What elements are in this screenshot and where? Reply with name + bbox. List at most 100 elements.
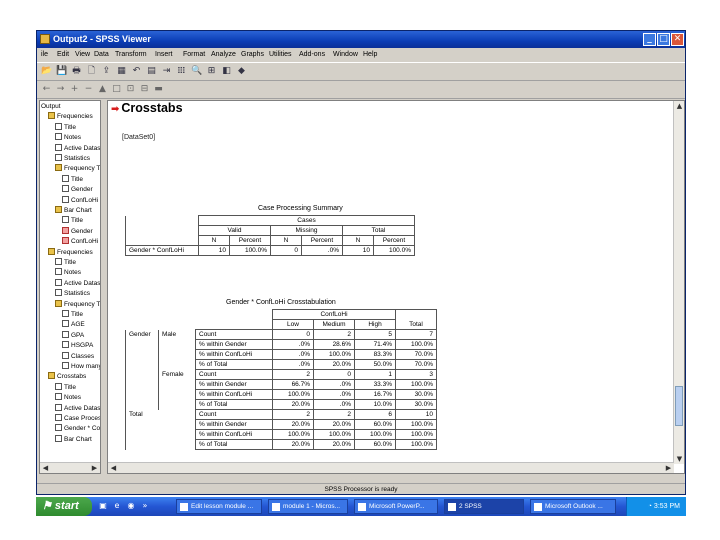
menu-data[interactable]: Data bbox=[94, 51, 109, 58]
outline-node[interactable]: Frequencies bbox=[48, 112, 93, 122]
outline-node[interactable]: ConfLoHi bbox=[62, 195, 98, 206]
menu-utilities[interactable]: Utilities bbox=[269, 51, 292, 58]
outline-node[interactable]: Gender * Con bbox=[55, 424, 100, 434]
menu-transform[interactable]: Transform bbox=[115, 51, 147, 58]
designate-window-icon[interactable]: ◧ bbox=[221, 66, 232, 77]
outline-node[interactable]: How many bbox=[62, 362, 100, 372]
menu-insert[interactable]: Insert bbox=[155, 51, 173, 58]
hide-icon[interactable]: □ bbox=[111, 84, 122, 95]
menu-analyze[interactable]: Analyze bbox=[211, 51, 236, 58]
outline-node[interactable]: Frequency Ta bbox=[55, 164, 100, 174]
taskbar-button[interactable]: Microsoft PowerP... bbox=[354, 499, 438, 514]
expand-icon[interactable]: + bbox=[69, 84, 80, 95]
outline-node[interactable]: Active Datase bbox=[55, 278, 100, 289]
outline-node[interactable]: GPA bbox=[62, 330, 84, 341]
menu-ile[interactable]: ile bbox=[41, 51, 48, 58]
outlook-icon[interactable]: ◉ bbox=[126, 501, 136, 511]
outline-node[interactable]: ConfLoHi bbox=[62, 237, 98, 247]
scroll-right-icon[interactable]: ▶ bbox=[89, 463, 100, 473]
outline-node[interactable]: HSGPA bbox=[62, 341, 93, 351]
crosstabulation-table[interactable]: ConfLoHi Total Low Medium High Gender Male Coun… bbox=[125, 309, 437, 450]
outline-node[interactable]: Bar Chart bbox=[55, 434, 92, 445]
taskbar-button[interactable]: Microsoft Outlook ... bbox=[530, 499, 616, 514]
outline-node[interactable]: Statistics bbox=[55, 154, 90, 164]
outline-node[interactable]: Title bbox=[62, 216, 83, 226]
output-contents-pane[interactable]: ➡ Crosstabs [DataSet0] Case Processing Su… bbox=[107, 100, 685, 474]
outline-node[interactable]: Active Dataset bbox=[55, 143, 100, 154]
dialog-recall-icon[interactable]: ▦ bbox=[116, 66, 127, 77]
outline-node[interactable]: Output bbox=[41, 102, 61, 112]
outline-node[interactable]: Title bbox=[55, 382, 76, 393]
scroll-left-icon[interactable]: ◀ bbox=[108, 463, 119, 473]
open-folder-icon[interactable]: 📂 bbox=[41, 66, 52, 77]
outline-node[interactable]: Frequencies bbox=[48, 247, 93, 258]
title-bar[interactable]: Output2 - SPSS Viewer _ □ ✕ bbox=[37, 31, 685, 48]
insert-case-icon[interactable]: ⊞ bbox=[206, 66, 217, 77]
scroll-down-icon[interactable]: ▼ bbox=[674, 454, 684, 464]
show-desktop-icon[interactable]: ▣ bbox=[98, 501, 108, 511]
collapse-icon[interactable]: − bbox=[83, 84, 94, 95]
app-icon[interactable] bbox=[40, 34, 50, 44]
title-icon[interactable]: ⊟ bbox=[139, 84, 150, 95]
clock[interactable]: 3:53 PM bbox=[654, 503, 680, 510]
case-processing-summary-table[interactable]: Cases Valid Missing Total N Percent N Percent N P… bbox=[125, 215, 415, 256]
scroll-left-icon[interactable]: ◀ bbox=[40, 463, 51, 473]
outline-node[interactable]: Title bbox=[55, 122, 76, 133]
outline-node[interactable]: Title bbox=[62, 310, 83, 320]
content-horizontal-scrollbar[interactable]: ◀ ▶ bbox=[108, 462, 674, 473]
outline-node[interactable]: Bar Chart bbox=[55, 206, 92, 216]
outline-node[interactable]: Case Processi bbox=[55, 414, 100, 424]
scroll-up-icon[interactable]: ▲ bbox=[674, 101, 684, 111]
menu-window[interactable]: Window bbox=[333, 51, 358, 58]
outline-node[interactable]: Gender bbox=[62, 226, 93, 237]
maximize-button[interactable]: □ bbox=[657, 33, 670, 46]
goto-data-icon[interactable]: ▤ bbox=[146, 66, 157, 77]
outline-node[interactable]: Frequency Ta bbox=[55, 299, 100, 310]
goto-case-icon[interactable]: ⇥ bbox=[161, 66, 172, 77]
outline-node[interactable]: Notes bbox=[55, 268, 81, 278]
crosstabs-heading[interactable]: ➡ Crosstabs bbox=[111, 101, 183, 115]
print-preview-icon[interactable]: 🗋 bbox=[86, 66, 97, 77]
outline-node[interactable]: Title bbox=[55, 258, 76, 268]
menu-format[interactable]: Format bbox=[183, 51, 205, 58]
heading-icon[interactable]: ⊡ bbox=[125, 84, 136, 95]
outline-node[interactable]: Title bbox=[62, 174, 83, 185]
outline-node[interactable]: Classes bbox=[62, 351, 94, 362]
back-icon[interactable]: ← bbox=[41, 84, 52, 95]
start-button[interactable]: ⚑ start bbox=[36, 497, 92, 516]
text-icon[interactable]: ▬ bbox=[153, 84, 164, 95]
taskbar-button[interactable]: 2 SPSS bbox=[444, 499, 524, 514]
menu-edit[interactable]: Edit bbox=[57, 51, 69, 58]
dataset-label[interactable]: [DataSet0] bbox=[122, 134, 155, 141]
taskbar-button[interactable]: module 1 - Micros... bbox=[268, 499, 348, 514]
export-icon[interactable]: ⇪ bbox=[101, 66, 112, 77]
outline-node[interactable]: Notes bbox=[55, 133, 81, 143]
menu-graphs[interactable]: Graphs bbox=[241, 51, 264, 58]
minimize-button[interactable]: _ bbox=[643, 33, 656, 46]
find-icon[interactable]: 🔍 bbox=[191, 66, 202, 77]
save-icon[interactable]: 💾 bbox=[56, 66, 67, 77]
outline-node[interactable]: Notes bbox=[55, 393, 81, 403]
vertical-scroll-thumb[interactable] bbox=[675, 386, 683, 426]
outline-node[interactable]: Crosstabs bbox=[48, 372, 86, 382]
outline-pane[interactable]: Output Frequencies Title Notes Active Datase… bbox=[39, 100, 101, 474]
close-button[interactable]: ✕ bbox=[671, 33, 684, 46]
outline-node[interactable]: Gender bbox=[62, 185, 93, 195]
taskbar-button[interactable]: Edit lesson module ... bbox=[176, 499, 262, 514]
show-icon[interactable]: ▲ bbox=[97, 84, 108, 95]
outline-node[interactable]: AGE bbox=[62, 320, 85, 330]
variables-icon[interactable]: 𝍖 bbox=[176, 66, 187, 77]
menu-add-ons[interactable]: Add-ons bbox=[299, 51, 325, 58]
print-icon[interactable]: 🖶 bbox=[71, 66, 82, 77]
internet-explorer-icon[interactable]: e bbox=[112, 501, 122, 511]
select-last-output-icon[interactable]: ◆ bbox=[236, 66, 247, 77]
scroll-right-icon[interactable]: ▶ bbox=[663, 463, 674, 473]
outline-node[interactable]: Statistics bbox=[55, 289, 90, 299]
menu-help[interactable]: Help bbox=[363, 51, 377, 58]
quicklaunch-more-icon[interactable]: » bbox=[140, 501, 150, 511]
menu-view[interactable]: View bbox=[75, 51, 90, 58]
outline-node[interactable]: Active Datase bbox=[55, 403, 100, 414]
undo-icon[interactable]: ↶ bbox=[131, 66, 142, 77]
forward-icon[interactable]: → bbox=[55, 84, 66, 95]
content-vertical-scrollbar[interactable]: ▲ ▼ bbox=[673, 101, 684, 464]
